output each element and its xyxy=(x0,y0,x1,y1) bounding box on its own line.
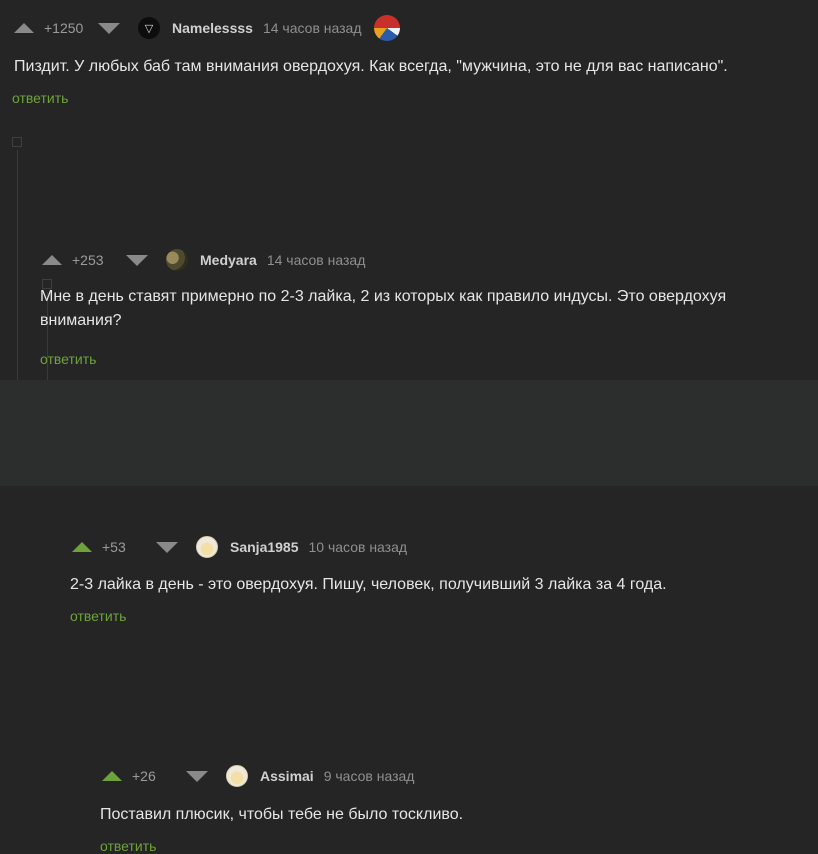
upvote-icon[interactable] xyxy=(102,771,122,781)
triangle-down-icon: ▽ xyxy=(144,22,154,35)
avatar[interactable] xyxy=(226,765,248,787)
comment-header: +26 Assimai 9 часов назад xyxy=(102,764,426,788)
username[interactable]: Assimai xyxy=(260,768,314,784)
reply-link[interactable]: ответить xyxy=(70,608,126,624)
comment-header: +1250 ▽ Namelessss 14 часов назад xyxy=(14,15,400,41)
rating: +1250 xyxy=(44,20,84,36)
upvote-icon[interactable] xyxy=(72,542,92,552)
downvote-icon[interactable] xyxy=(186,770,208,782)
comment-header: +53 Sanja1985 10 часов назад xyxy=(72,535,419,559)
comment-2: +253 Medyara 14 часов назад Мне в день с… xyxy=(0,118,818,367)
avatar[interactable]: ▽ xyxy=(138,17,160,39)
comment-3: +53 Sanja1985 10 часов назад 2-3 лайка в… xyxy=(0,263,818,624)
avatar[interactable] xyxy=(196,536,218,558)
downvote-icon[interactable] xyxy=(156,541,178,553)
username[interactable]: Sanja1985 xyxy=(230,539,299,555)
reply-link[interactable]: ответить xyxy=(12,90,68,106)
comment-4: +26 Assimai 9 часов назад Поставил плюси… xyxy=(0,380,818,854)
comment-text: Поставил плюсик, чтобы тебе не было тоск… xyxy=(100,806,464,823)
timestamp[interactable]: 14 часов назад xyxy=(263,20,362,36)
comment-text: Пиздит. У любых баб там внимания овердох… xyxy=(14,58,728,75)
comment-1: +1250 ▽ Namelessss 14 часов назад Пиздит… xyxy=(0,0,818,118)
upvote-icon[interactable] xyxy=(14,23,34,33)
rating: +26 xyxy=(132,768,156,784)
rating: +53 xyxy=(102,539,126,555)
comment-text: 2-3 лайка в день - это овердохуя. Пишу, … xyxy=(70,576,667,593)
downvote-icon[interactable] xyxy=(98,22,120,34)
username[interactable]: Namelessss xyxy=(172,20,253,36)
community-badge-icon xyxy=(373,15,400,41)
timestamp[interactable]: 9 часов назад xyxy=(324,768,415,784)
timestamp[interactable]: 10 часов назад xyxy=(309,539,408,555)
reply-link[interactable]: ответить xyxy=(100,838,156,854)
